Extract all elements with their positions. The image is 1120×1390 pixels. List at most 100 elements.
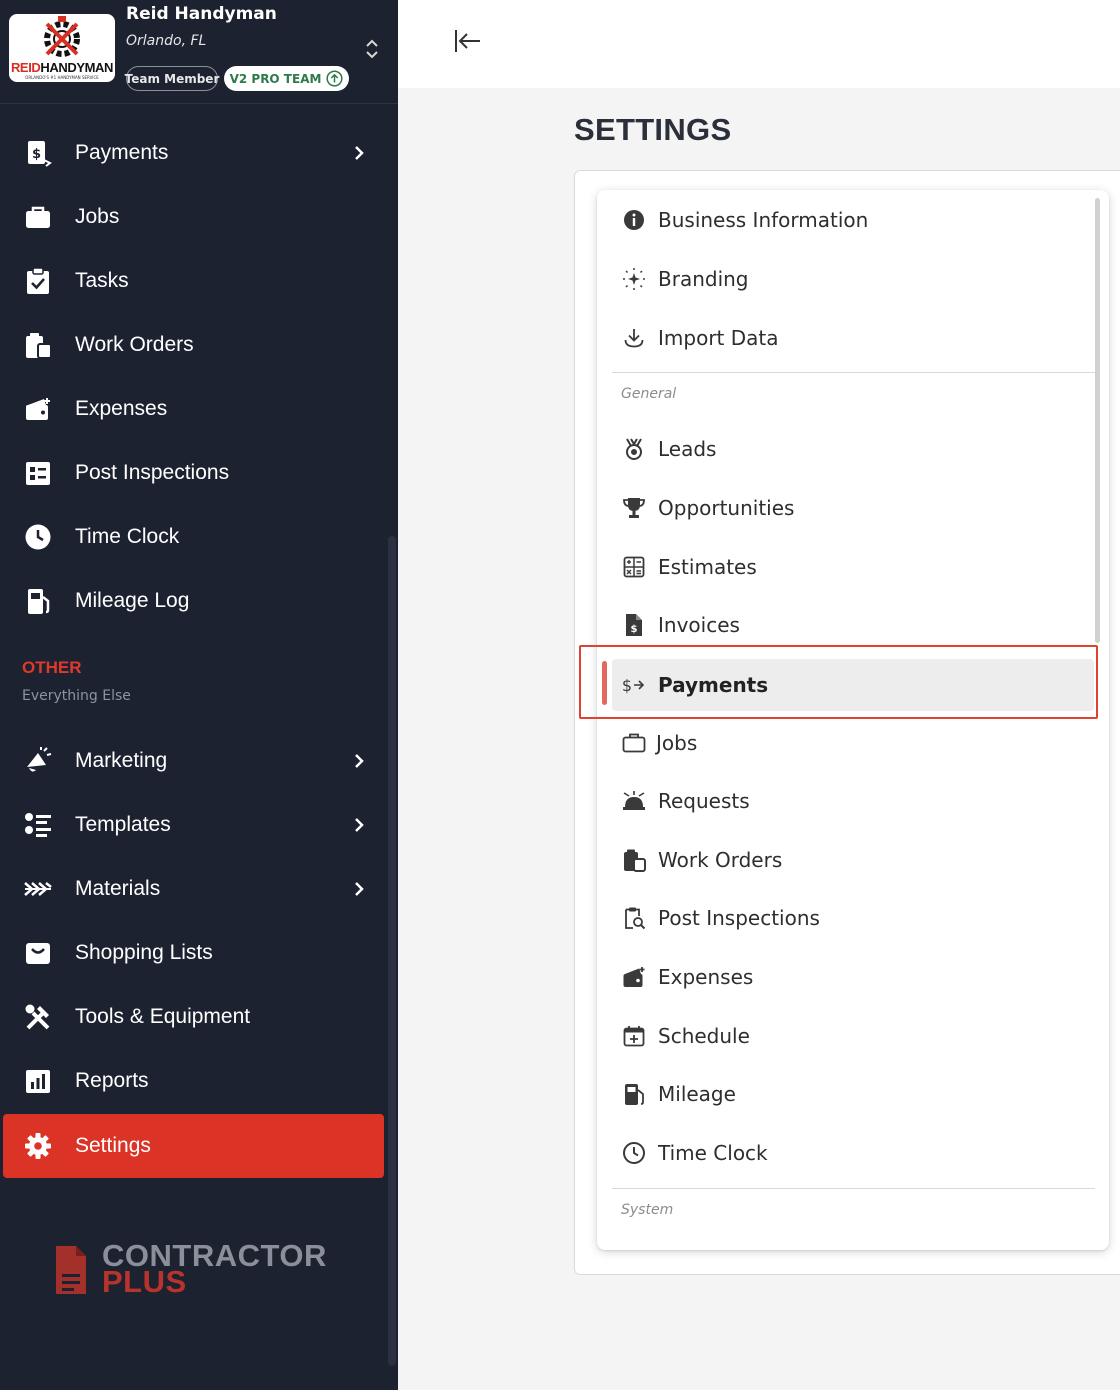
- sidebar-item-materials[interactable]: Materials: [0, 859, 398, 919]
- sidebar: REIDHANDYMAN ORLANDO'S #1 HANDYMAN SERVI…: [0, 0, 398, 1390]
- brand-mark-icon: [56, 1246, 86, 1294]
- sidebar-item-label: Settings: [75, 1134, 151, 1157]
- inspection-search-icon: [625, 907, 646, 930]
- inspection-list-icon: [26, 462, 50, 485]
- settings-item-work-orders[interactable]: Work Orders: [612, 834, 1094, 886]
- settings-item-label: Expenses: [658, 965, 754, 989]
- sidebar-item-label: Mileage Log: [75, 589, 190, 612]
- wallet-icon: [623, 967, 645, 987]
- contractor-plus-logo: CONTRACTOR PLUS: [56, 1238, 346, 1299]
- sidebar-item-label: Templates: [75, 813, 171, 836]
- chevron-up-down-icon[interactable]: [362, 36, 382, 62]
- work-orders-icon: [624, 849, 646, 872]
- sidebar-item-templates[interactable]: Templates: [0, 795, 398, 855]
- settings-item-jobs[interactable]: Jobs: [612, 717, 1094, 769]
- role-badge: Team Member: [125, 66, 219, 91]
- payments-icon: $: [28, 141, 52, 167]
- svg-text:$: $: [631, 624, 638, 635]
- sidebar-item-tasks[interactable]: Tasks: [0, 251, 398, 311]
- sidebar-item-mileage-log[interactable]: Mileage Log: [0, 571, 398, 631]
- upgrade-arrow-icon: [326, 70, 343, 87]
- sidebar-item-marketing[interactable]: Marketing: [0, 731, 398, 791]
- business-location: Orlando, FL: [126, 33, 207, 49]
- clock-outline-icon: [623, 1142, 645, 1164]
- calendar-plus-icon: [623, 1026, 645, 1047]
- menu-divider: [612, 1188, 1095, 1189]
- settings-item-label: Time Clock: [658, 1141, 768, 1165]
- sidebar-item-jobs[interactable]: Jobs: [0, 187, 398, 247]
- menu-group-system: System: [621, 1202, 674, 1218]
- briefcase-outline-icon: [622, 733, 646, 753]
- sidebar-item-label: Materials: [75, 877, 161, 900]
- clipboard-check-icon: [27, 267, 49, 294]
- sidebar-item-shopping-lists[interactable]: Shopping Lists: [0, 923, 398, 983]
- sidebar-item-payments[interactable]: $ Payments: [0, 123, 398, 183]
- settings-item-expenses[interactable]: Expenses: [612, 951, 1094, 1003]
- settings-item-branding[interactable]: Branding: [612, 253, 1094, 305]
- materials-icon: [24, 882, 52, 896]
- sidebar-item-label: Marketing: [75, 749, 168, 772]
- settings-item-leads[interactable]: Leads: [612, 423, 1094, 475]
- clock-icon: [25, 524, 51, 550]
- collapse-sidebar-icon[interactable]: [450, 26, 482, 56]
- wallet-icon: [26, 398, 50, 420]
- sidebar-item-work-orders[interactable]: Work Orders: [0, 315, 398, 375]
- logo-word-reid: REID: [10, 60, 41, 75]
- settings-item-mileage[interactable]: Mileage: [612, 1068, 1094, 1120]
- settings-item-label: Leads: [658, 437, 717, 461]
- settings-item-label: Invoices: [658, 613, 740, 637]
- settings-item-requests[interactable]: Requests: [612, 775, 1094, 827]
- sidebar-item-label: Payments: [75, 141, 169, 164]
- sparkle-icon: [623, 268, 645, 290]
- fuel-pump-icon: [28, 589, 50, 614]
- account-switcher[interactable]: REIDHANDYMAN ORLANDO'S #1 HANDYMAN SERVI…: [0, 0, 398, 104]
- payments-highlight-box: [579, 645, 1098, 719]
- settings-item-label: Estimates: [658, 555, 757, 579]
- sidebar-item-label: Reports: [75, 1069, 149, 1092]
- sidebar-item-label: Tasks: [75, 269, 129, 292]
- other-section-title: OTHER: [22, 658, 82, 677]
- settings-item-label: Jobs: [656, 731, 698, 755]
- chevron-right-icon: [355, 146, 364, 160]
- sidebar-scrollbar[interactable]: [388, 536, 396, 1366]
- settings-item-estimates[interactable]: Estimates: [612, 541, 1094, 593]
- logo-tagline: ORLANDO'S #1 HANDYMAN SERVICE: [25, 75, 99, 80]
- sidebar-item-expenses[interactable]: Expenses: [0, 379, 398, 439]
- tools-icon: [25, 1004, 50, 1030]
- sidebar-item-time-clock[interactable]: Time Clock: [0, 507, 398, 567]
- settings-item-label: Branding: [658, 267, 749, 291]
- settings-item-invoices[interactable]: $ Invoices: [612, 599, 1094, 651]
- megaphone-icon: [27, 747, 52, 772]
- settings-item-time-clock[interactable]: Time Clock: [612, 1127, 1094, 1179]
- settings-item-import-data[interactable]: Import Data: [612, 312, 1094, 364]
- plan-badge[interactable]: V2 PRO TEAM: [224, 66, 349, 91]
- logo-word-handyman: HANDYMAN: [40, 60, 114, 75]
- chevron-right-icon: [355, 818, 364, 832]
- settings-item-label: Import Data: [658, 326, 779, 350]
- other-section-subtitle: Everything Else: [22, 688, 131, 704]
- plan-badge-label: V2 PRO TEAM: [229, 71, 322, 86]
- settings-item-label: Mileage: [658, 1082, 736, 1106]
- sidebar-item-label: Jobs: [75, 205, 120, 228]
- service-bell-icon: [623, 791, 645, 810]
- brand-line-2: PLUS: [102, 1264, 187, 1299]
- download-icon: [624, 329, 644, 348]
- top-bar: [398, 0, 1120, 88]
- settings-item-post-inspections[interactable]: Post Inspections: [612, 892, 1094, 944]
- settings-item-business-information[interactable]: Business Information: [612, 194, 1094, 246]
- settings-item-schedule[interactable]: Schedule: [612, 1010, 1094, 1062]
- sidebar-item-label: Time Clock: [75, 525, 180, 548]
- settings-menu-scrollbar[interactable]: [1095, 198, 1100, 643]
- sidebar-item-label: Tools & Equipment: [75, 1005, 251, 1028]
- settings-item-opportunities[interactable]: Opportunities: [612, 482, 1094, 534]
- invoice-icon: $: [626, 614, 642, 636]
- settings-item-label: Opportunities: [658, 496, 795, 520]
- sidebar-item-label: Shopping Lists: [75, 941, 213, 964]
- settings-item-label: Requests: [658, 789, 750, 813]
- briefcase-icon: [26, 206, 50, 228]
- sidebar-item-tools-equipment[interactable]: Tools & Equipment: [0, 987, 398, 1047]
- sidebar-item-post-inspections[interactable]: Post Inspections: [0, 443, 398, 503]
- company-logo: REIDHANDYMAN ORLANDO'S #1 HANDYMAN SERVI…: [9, 14, 115, 82]
- sidebar-item-settings[interactable]: Settings: [3, 1114, 384, 1178]
- sidebar-item-reports[interactable]: Reports: [0, 1051, 398, 1111]
